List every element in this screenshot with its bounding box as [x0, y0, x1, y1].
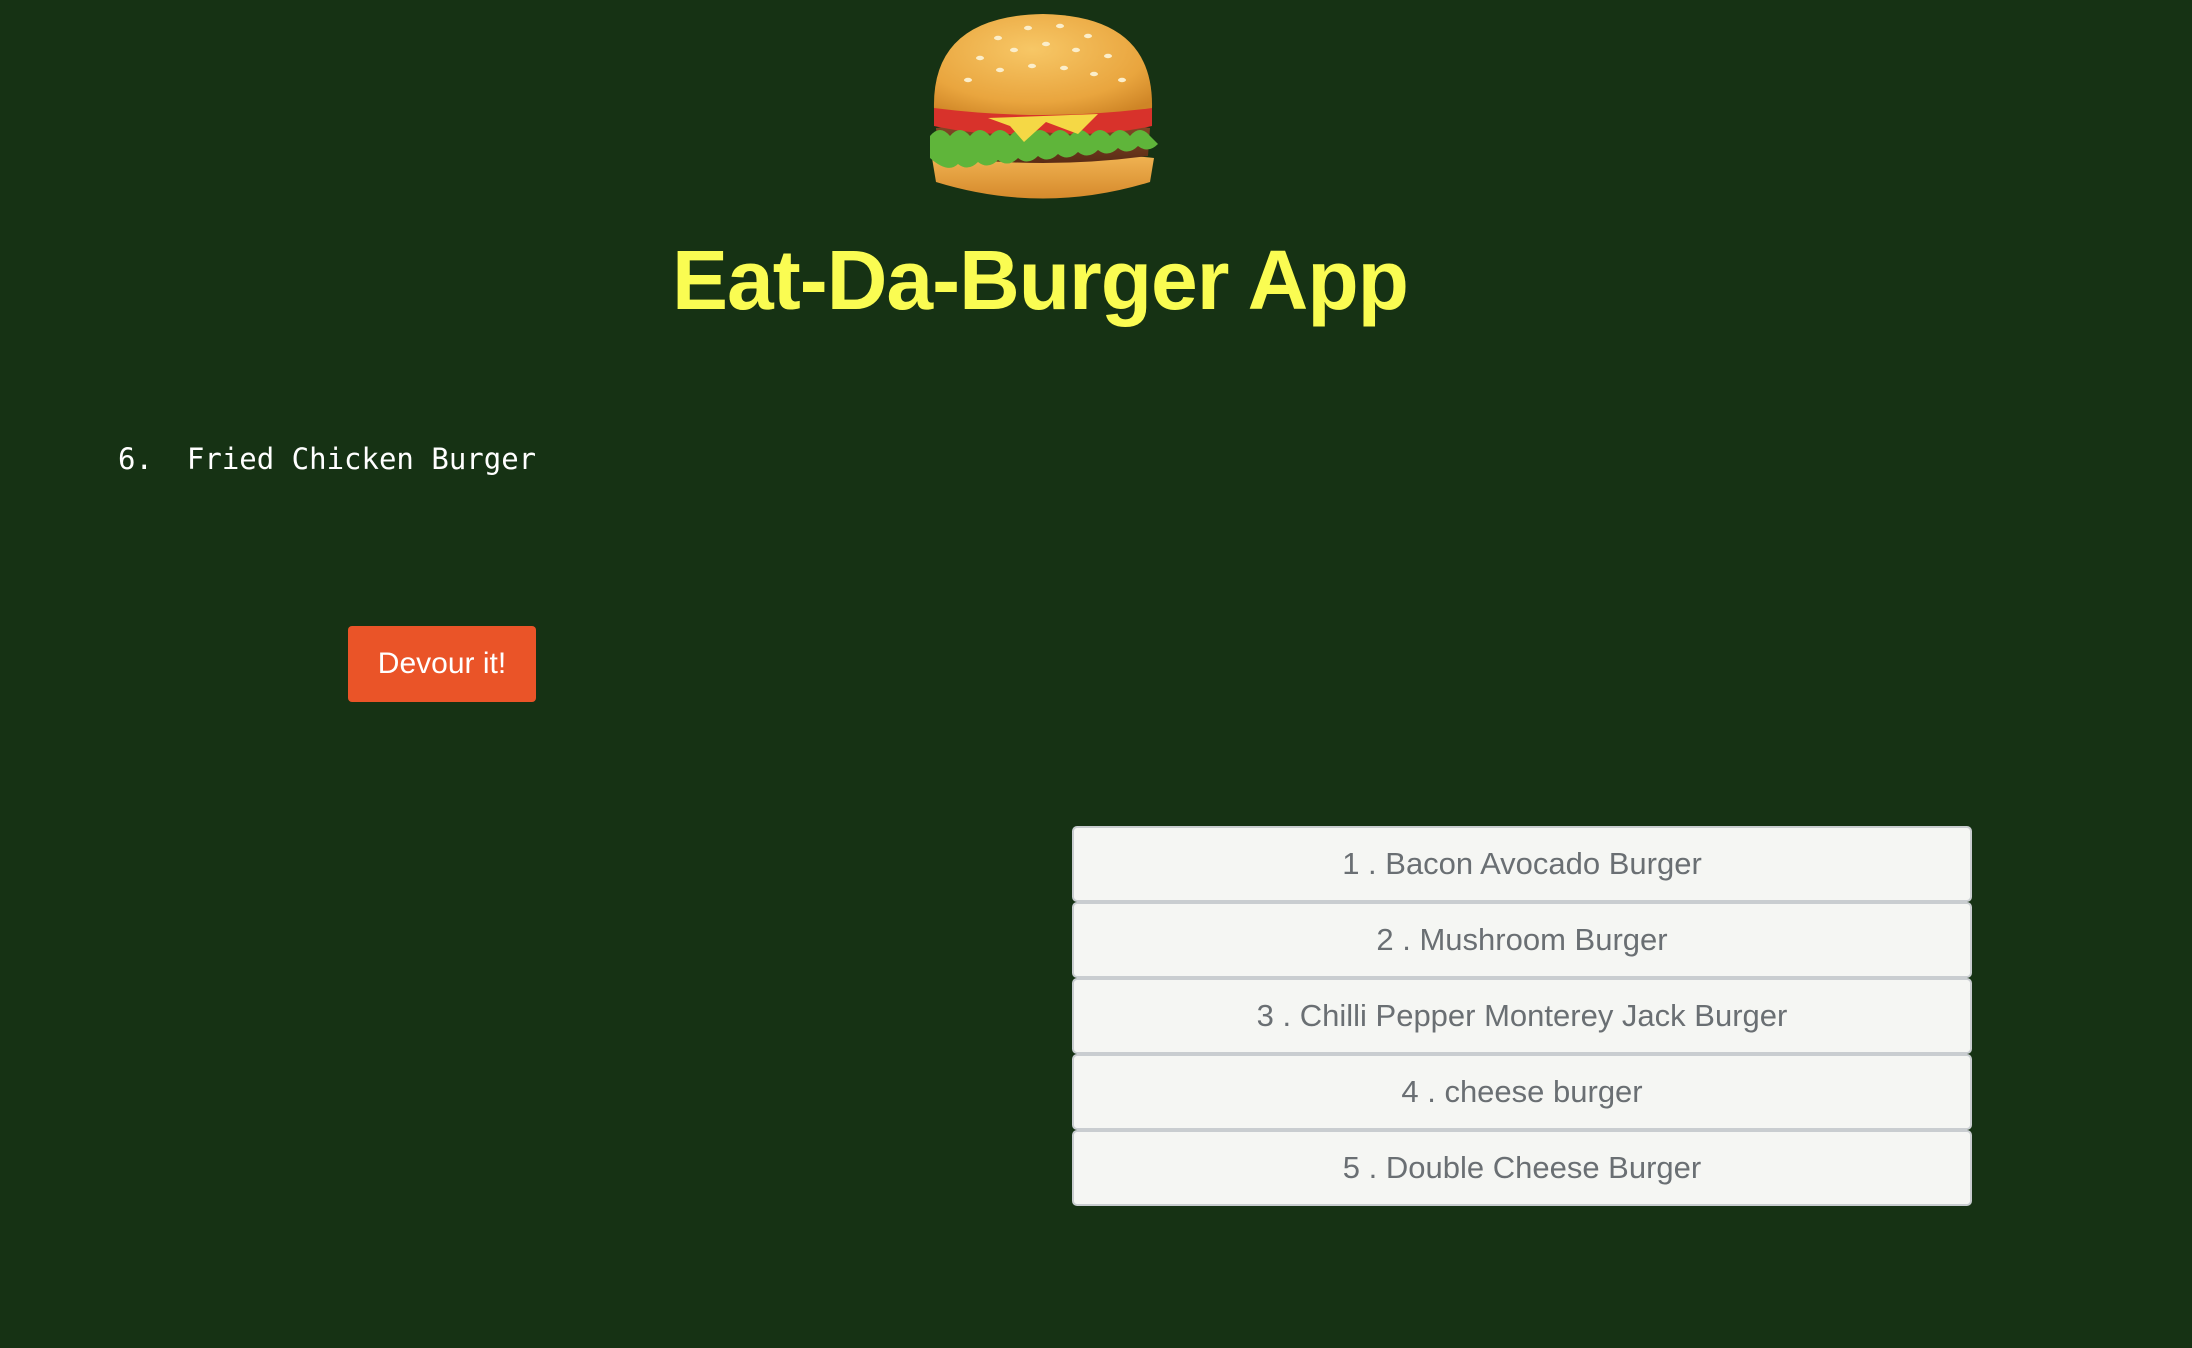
- devoured-burger-item: 5 . Double Cheese Burger: [1072, 1130, 1972, 1206]
- devoured-burger-item: 3 . Chilli Pepper Monterey Jack Burger: [1072, 978, 1972, 1054]
- burger-number: 6.: [118, 442, 153, 476]
- devoured-burger-item: 1 . Bacon Avocado Burger: [1072, 826, 1972, 902]
- hamburger-icon: [930, 14, 1158, 199]
- page: Eat-Da-Burger App 6. Fried Chicken Burger…: [0, 0, 2192, 1348]
- page-title: Eat-Da-Burger App: [672, 233, 1409, 327]
- burger-name: Fried Chicken Burger: [186, 442, 537, 476]
- devoured-burger-item: 2 . Mushroom Burger: [1072, 902, 1972, 978]
- pending-burger-item: 6. Fried Chicken Burger: [118, 442, 536, 476]
- devoured-burger-item: 4 . cheese burger: [1072, 1054, 1972, 1130]
- devour-button[interactable]: Devour it!: [348, 626, 536, 702]
- devoured-burger-list: 1 . Bacon Avocado Burger 2 . Mushroom Bu…: [1072, 826, 1972, 1206]
